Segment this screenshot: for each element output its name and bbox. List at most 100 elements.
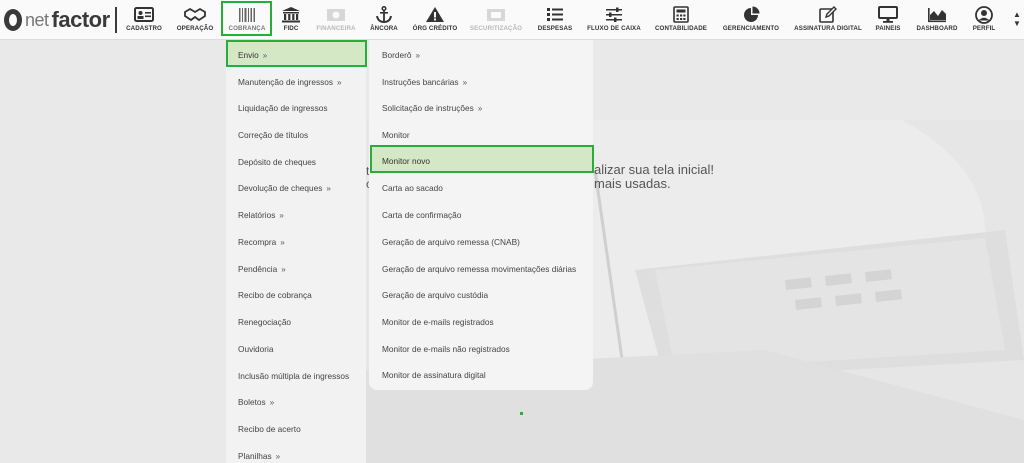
submenu-item-remessa-cnab-label: Geração de arquivo remessa (CNAB) [382, 237, 520, 247]
pen-icon [817, 6, 839, 23]
chevron-right-icon: » [275, 452, 281, 461]
nav-securitizacao-label: SECURITIZAÇÃO [469, 25, 523, 32]
submenu-item-instrucoes-bancarias[interactable]: Instruções bancárias» [382, 77, 467, 87]
bank-icon [280, 6, 302, 23]
area-chart-icon [926, 6, 948, 23]
submenu-item-monitor-novo[interactable]: Monitor novo [382, 156, 430, 166]
nav-dashboard[interactable]: DASHBOARD [914, 0, 960, 40]
menu-item-recibo-cobranca[interactable]: Recibo de cobrança [238, 290, 312, 300]
nav-paineis[interactable]: PAINEIS [872, 0, 904, 40]
nav-despesas-label: DESPESAS [537, 25, 573, 32]
nav-financeira-label: FINANCEIRA [316, 25, 356, 32]
menu-item-relatorios[interactable]: Relatórios» [238, 210, 284, 220]
nav-cadastro-label: CADASTRO [126, 25, 162, 32]
logo-o-mark [4, 9, 22, 31]
submenu-item-monitor[interactable]: Monitor [382, 130, 410, 140]
submenu-item-remessa-movimentacoes[interactable]: Geração de arquivo remessa movimentações… [382, 264, 576, 274]
menu-item-boletos[interactable]: Boletos» [238, 397, 274, 407]
menu-item-recibo-cobranca-label: Recibo de cobrança [238, 290, 312, 300]
menu-item-renegociacao[interactable]: Renegociação [238, 317, 291, 327]
menu-item-envio[interactable]: Envio» [238, 50, 267, 60]
chevron-down-icon[interactable]: ▼ [1012, 19, 1022, 28]
nav-operacao[interactable]: OPERAÇÃO [174, 0, 216, 40]
menu-item-ouvidoria[interactable]: Ouvidoria [238, 344, 274, 354]
anchor-icon [373, 6, 395, 23]
menu-item-pendencia-label: Pendência [238, 264, 278, 274]
menu-item-devolucao-cheques[interactable]: Devolução de cheques» [238, 183, 331, 193]
menu-item-liquidacao-ingressos-label: Liquidação de ingressos [238, 103, 328, 113]
chevron-right-icon: » [280, 238, 285, 247]
nav-perfil-label: PERFIL [972, 25, 996, 32]
submenu-item-emails-nao-registrados[interactable]: Monitor de e-mails não registrados [382, 344, 510, 354]
money-icon [325, 6, 347, 23]
chevron-right-icon: » [279, 211, 284, 220]
handshake-icon [184, 6, 206, 23]
menu-item-devolucao-cheques-label: Devolução de cheques [238, 183, 323, 193]
nav-financeira[interactable]: FINANCEIRA [313, 0, 359, 40]
logo-factor-text: factor [51, 7, 111, 32]
submenu-item-emails-registrados-label: Monitor de e-mails registrados [382, 317, 494, 327]
menu-item-liquidacao-ingressos[interactable]: Liquidação de ingressos [238, 103, 327, 113]
list-icon [544, 6, 566, 23]
submenu-item-remessa-cnab[interactable]: Geração de arquivo remessa (CNAB) [382, 237, 520, 247]
sliders-icon [603, 6, 625, 23]
welcome-line-1: alizar sua tela inicial! [594, 162, 714, 177]
submenu-item-bordero[interactable]: Borderô» [382, 50, 420, 60]
nav-gerenciamento[interactable]: GERENCIAMENTO [720, 0, 782, 40]
menu-item-inclusao-multipla[interactable]: Inclusão múltipla de ingressos [238, 371, 349, 381]
nav-securitizacao[interactable]: SECURITIZAÇÃO [466, 0, 526, 40]
submenu-item-solicitacao-instrucoes-label: Solicitação de instruções [382, 103, 474, 113]
menu-item-inclusao-multipla-label: Inclusão múltipla de ingressos [238, 371, 350, 381]
menu-item-deposito-cheques[interactable]: Depósito de cheques [238, 157, 316, 167]
nav-fidc[interactable]: FIDC [274, 0, 308, 40]
menu-item-ouvidoria-label: Ouvidoria [238, 344, 274, 354]
nav-cadastro[interactable]: CADASTRO [124, 0, 164, 40]
netfactor-logo[interactable]: net factor [4, 6, 110, 34]
warning-icon [424, 6, 446, 23]
nav-scroll-controls[interactable]: ▲ ▼ [1012, 10, 1022, 28]
menu-item-planilhas[interactable]: Planilhas» [238, 451, 280, 461]
submenu-item-arquivo-custodia[interactable]: Geração de arquivo custódia [382, 290, 488, 300]
nav-org-credito[interactable]: ÓRG CRÉDITO [410, 0, 460, 40]
submenu-item-monitor-label: Monitor [382, 130, 410, 140]
user-icon [973, 5, 995, 24]
logo-net-text: net [25, 9, 49, 30]
nav-dashboard-label: DASHBOARD [916, 25, 958, 32]
nav-contabilidade-label: CONTABILIDADE [654, 25, 708, 32]
menu-item-renegociacao-label: Renegociação [238, 317, 292, 327]
menu-item-manutencao-ingressos[interactable]: Manutenção de ingressos» [238, 77, 341, 87]
nav-gerenciamento-label: GERENCIAMENTO [722, 25, 780, 32]
menu-item-correcao-titulos[interactable]: Correção de títulos [238, 130, 308, 140]
nav-assinatura-digital-label: ASSINATURA DIGITAL [794, 25, 862, 32]
nav-despesas[interactable]: DESPESAS [535, 0, 575, 40]
chevron-up-icon[interactable]: ▲ [1012, 10, 1022, 19]
nav-cobranca-active-outline [221, 1, 272, 36]
submenu-item-carta-confirmacao[interactable]: Carta de confirmação [382, 210, 461, 220]
submenu-item-solicitacao-instrucoes[interactable]: Solicitação de instruções» [382, 103, 482, 113]
menu-item-planilhas-label: Planilhas [238, 451, 272, 461]
chevron-right-icon: » [269, 398, 275, 407]
nav-org-credito-label: ÓRG CRÉDITO [412, 25, 458, 32]
menu-item-recompra[interactable]: Recompra» [238, 237, 285, 247]
nav-contabilidade[interactable]: CONTABILIDADE [652, 0, 710, 40]
nav-perfil[interactable]: PERFIL [968, 0, 1000, 40]
chevron-right-icon: » [326, 184, 331, 193]
menu-item-recompra-label: Recompra [238, 237, 277, 247]
submenu-item-carta-sacado[interactable]: Carta ao sacado [382, 183, 443, 193]
submenu-item-emails-registrados[interactable]: Monitor de e-mails registrados [382, 317, 494, 327]
submenu-item-arquivo-custodia-label: Geração de arquivo custódia [382, 290, 489, 300]
nav-ancora-label: ÂNCORA [370, 25, 398, 32]
menu-item-recibo-acerto[interactable]: Recibo de acerto [238, 424, 301, 434]
submenu-item-assinatura-digital[interactable]: Monitor de assinatura digital [382, 370, 486, 380]
menu-item-recibo-acerto-label: Recibo de acerto [238, 424, 301, 434]
menu-item-pendencia[interactable]: Pendência» [238, 264, 286, 274]
chevron-right-icon: » [462, 78, 468, 87]
submenu-item-instrucoes-bancarias-label: Instruções bancárias [382, 77, 459, 87]
submenu-item-carta-sacado-label: Carta ao sacado [382, 183, 443, 193]
pie-chart-icon [740, 6, 762, 23]
nav-fluxo-caixa[interactable]: FLUXO DE CAIXA [585, 0, 643, 40]
submenu-item-carta-confirmacao-label: Carta de confirmação [382, 210, 462, 220]
nav-ancora[interactable]: ÂNCORA [364, 0, 404, 40]
nav-assinatura-digital[interactable]: ASSINATURA DIGITAL [790, 0, 866, 40]
submenu-item-emails-nao-registrados-label: Monitor de e-mails não registrados [382, 344, 510, 354]
